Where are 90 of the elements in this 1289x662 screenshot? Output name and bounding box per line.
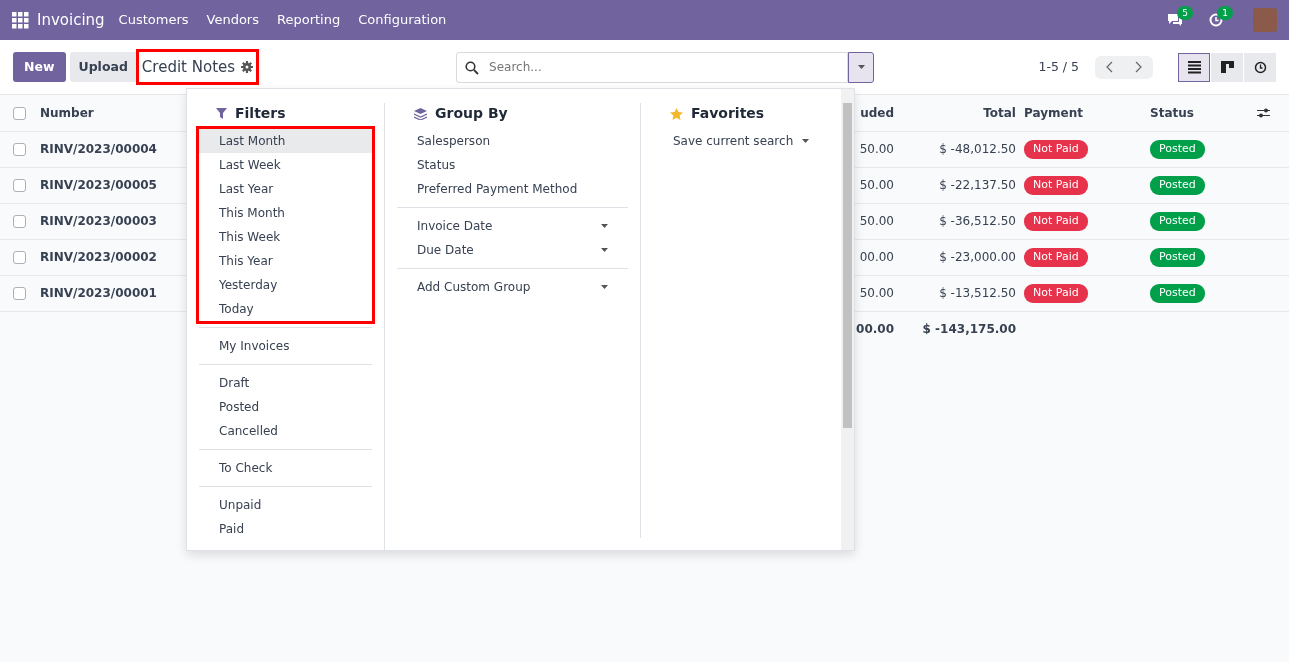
clock-icon[interactable] xyxy=(1209,13,1223,27)
filter-option[interactable]: This Year xyxy=(199,249,372,273)
chat-icon[interactable] xyxy=(1167,13,1183,27)
group-by-option[interactable]: Invoice Date xyxy=(397,214,628,238)
scrollbar[interactable] xyxy=(841,89,854,550)
status-badge: Posted xyxy=(1150,176,1205,195)
caret-icon xyxy=(802,139,809,143)
table-cell: 00.00 xyxy=(859,250,894,264)
status-badge: Posted xyxy=(1150,212,1205,231)
group-by-option[interactable]: Due Date xyxy=(397,238,628,262)
filter-option[interactable]: Draft xyxy=(199,371,372,395)
upload-button[interactable]: Upload xyxy=(69,52,137,82)
row-checkbox[interactable] xyxy=(13,179,26,192)
filter-option[interactable]: Cancelled xyxy=(199,419,372,443)
table-cell: 50.00 xyxy=(859,178,894,192)
column-header[interactable]: uded xyxy=(860,105,894,120)
group-by-option[interactable]: Add Custom Group xyxy=(397,275,628,299)
total-cell: 00.00 xyxy=(856,322,894,337)
filter-option[interactable]: Last Month xyxy=(199,129,372,153)
section-title: Filters xyxy=(235,104,286,123)
section-title: Group By xyxy=(435,104,508,123)
star-icon xyxy=(670,107,683,120)
view-button[interactable] xyxy=(1178,52,1210,82)
caret-icon xyxy=(857,65,865,69)
favorite-option[interactable]: Save current search xyxy=(653,129,829,153)
select-all-checkbox[interactable] xyxy=(13,106,26,120)
funnel-icon xyxy=(216,108,227,119)
payment-status-badge: Not Paid xyxy=(1024,176,1088,195)
filter-option[interactable]: Paid xyxy=(199,517,372,541)
column-header[interactable]: Total xyxy=(983,105,1016,120)
filter-option[interactable]: Last Year xyxy=(199,177,372,201)
group-by-option[interactable]: Salesperson xyxy=(397,129,628,153)
filter-option[interactable]: To Check xyxy=(199,456,372,480)
table-cell: 50.00 xyxy=(859,286,894,300)
filter-option[interactable]: Posted xyxy=(199,395,372,419)
payment-status-badge: Not Paid xyxy=(1024,248,1088,267)
payment-status-badge: Not Paid xyxy=(1024,140,1088,159)
pager-value: 1-5 / 5 xyxy=(1038,57,1079,76)
menu-item[interactable]: Reporting xyxy=(277,10,341,30)
caret-icon xyxy=(601,224,608,228)
group-by-option[interactable]: Preferred Payment Method xyxy=(397,177,628,201)
view-button[interactable] xyxy=(1211,52,1243,82)
page-title: Credit Notes xyxy=(141,56,236,78)
menu-item[interactable]: Vendors xyxy=(206,10,259,30)
kanban-icon xyxy=(1220,60,1234,74)
layers-icon xyxy=(414,107,427,120)
filter-option[interactable]: My Invoices xyxy=(199,334,372,358)
new-button[interactable]: New xyxy=(13,52,66,82)
section-title: Favorites xyxy=(691,104,765,123)
row-checkbox[interactable] xyxy=(13,251,26,264)
menu-item[interactable]: Customers xyxy=(118,10,189,30)
table-cell: 50.00 xyxy=(859,214,894,228)
column-settings-icon[interactable] xyxy=(1257,106,1270,119)
status-badge: Posted xyxy=(1150,248,1205,267)
apps-menu-icon[interactable] xyxy=(12,11,29,29)
filter-option[interactable]: Unpaid xyxy=(199,493,372,517)
view-button[interactable] xyxy=(1244,52,1276,82)
status-badge: Posted xyxy=(1150,284,1205,303)
column-header[interactable]: Number xyxy=(40,105,94,120)
table-cell: $ -36,512.50 xyxy=(894,203,1020,239)
row-checkbox[interactable] xyxy=(13,143,26,156)
menu-item[interactable]: Configuration xyxy=(358,10,447,30)
table-cell: $ -48,012.50 xyxy=(894,131,1020,167)
caret-icon xyxy=(601,248,608,252)
caret-icon xyxy=(601,285,608,289)
payment-status-badge: Not Paid xyxy=(1024,284,1088,303)
row-checkbox[interactable] xyxy=(13,287,26,300)
gear-icon[interactable] xyxy=(241,61,254,73)
search-options-toggle[interactable] xyxy=(848,51,875,83)
table-cell: $ -22,137.50 xyxy=(894,167,1020,203)
app-name[interactable]: Invoicing xyxy=(37,8,105,32)
table-cell: $ -23,000.00 xyxy=(894,239,1020,275)
row-checkbox[interactable] xyxy=(13,215,26,228)
table-cell: $ -13,512.50 xyxy=(894,275,1020,311)
column-header[interactable]: Payment xyxy=(1024,105,1083,120)
filter-option[interactable]: Yesterday xyxy=(199,273,372,297)
search-field[interactable]: Search... xyxy=(456,51,849,83)
payment-status-badge: Not Paid xyxy=(1024,212,1088,231)
previous-button[interactable] xyxy=(1095,55,1124,79)
activity-count: 1 xyxy=(1217,6,1233,20)
table-cell: 50.00 xyxy=(859,142,894,156)
status-badge: Posted xyxy=(1150,140,1205,159)
filter-option[interactable]: This Month xyxy=(199,201,372,225)
list-icon xyxy=(1187,60,1201,74)
chevron-right-icon xyxy=(1135,61,1142,73)
chevron-left-icon xyxy=(1106,61,1113,73)
clock-icon xyxy=(1253,60,1267,74)
next-button[interactable] xyxy=(1124,55,1153,79)
column-header[interactable]: Status xyxy=(1150,105,1194,120)
message-count: 5 xyxy=(1177,6,1193,20)
